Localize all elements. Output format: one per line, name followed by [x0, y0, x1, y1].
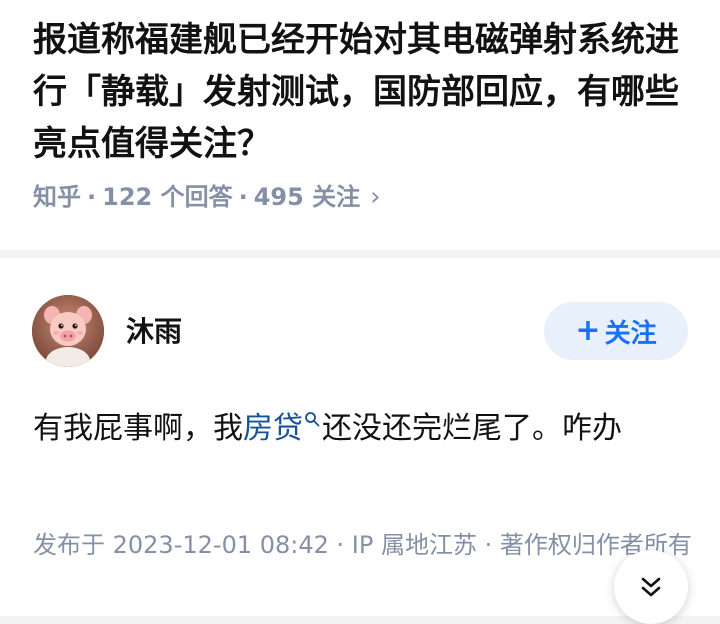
answer-card: 沐雨 + 关注 有我屁事啊，我房贷 还没还完烂尾了。咋办 发布于 2023-12-…: [0, 258, 720, 616]
plus-icon: +: [575, 313, 601, 348]
question-meta[interactable]: 知乎 · 122 个回答 · 495 关注 ›: [33, 180, 381, 214]
search-icon[interactable]: [304, 411, 320, 427]
answer-content[interactable]: 有我屁事啊，我房贷 还没还完烂尾了。咋办: [33, 402, 673, 456]
keyword-search-link[interactable]: 房贷: [243, 411, 303, 446]
double-chevron-down-icon: [641, 577, 661, 597]
meta-separator: ·: [238, 183, 248, 211]
meta-source: 知乎: [33, 183, 81, 211]
meta-follower-count: 495 关注: [253, 183, 361, 211]
meta-separator: ·: [87, 183, 97, 211]
question-title[interactable]: 报道称福建舰已经开始对其电磁弹射系统进行「静载」发射测试，国防部回应，有哪些亮点…: [33, 14, 693, 170]
author-name[interactable]: 沐雨: [126, 312, 182, 352]
answer-text-after: 还没还完烂尾了。咋办: [322, 411, 622, 446]
question-card: 报道称福建舰已经开始对其电磁弹射系统进行「静载」发射测试，国防部回应，有哪些亮点…: [0, 0, 720, 250]
follow-button[interactable]: + 关注: [544, 302, 688, 360]
meta-answer-count: 122 个回答: [102, 183, 233, 211]
answer-text-before: 有我屁事啊，我: [33, 411, 243, 446]
answer-footer: 发布于 2023-12-01 08:42 · IP 属地江苏 · 著作权归作者所…: [33, 531, 692, 559]
collapse-button[interactable]: [614, 550, 688, 624]
chevron-right-icon: ›: [370, 182, 381, 212]
pig-avatar-icon: [32, 295, 104, 367]
follow-button-label: 关注: [604, 318, 657, 349]
author-avatar[interactable]: [32, 295, 104, 367]
